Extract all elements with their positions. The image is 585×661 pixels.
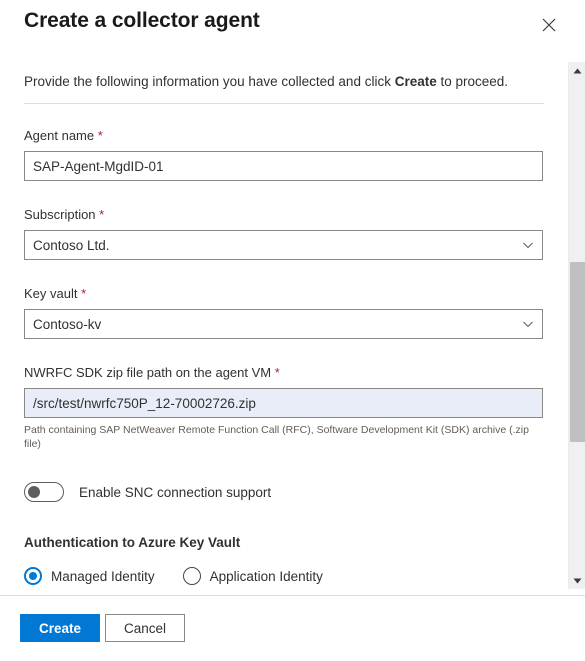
snc-toggle-knob: [28, 486, 40, 498]
radio-managed-identity-indicator: [24, 567, 42, 585]
agent-name-label: Agent name *: [24, 127, 544, 144]
radio-managed-identity-label: Managed Identity: [51, 568, 155, 584]
auth-section-title: Authentication to Azure Key Vault: [24, 535, 241, 550]
dialog-header: Create a collector agent: [0, 0, 585, 56]
triangle-down-icon[interactable]: [569, 572, 585, 589]
agent-name-label-text: Agent name: [24, 128, 95, 143]
key-vault-select-wrap: Contoso-kv: [24, 309, 543, 339]
radio-application-identity-label: Application Identity: [209, 568, 323, 584]
intro-text: Provide the following information you ha…: [24, 72, 544, 91]
key-vault-select[interactable]: Contoso-kv: [24, 309, 543, 339]
sdk-path-label-text: NWRFC SDK zip file path on the agent VM: [24, 365, 272, 380]
snc-toggle-label: Enable SNC connection support: [79, 484, 272, 500]
field-key-vault: Key vault * Contoso-kv: [24, 260, 544, 339]
key-vault-label-text: Key vault: [24, 286, 78, 301]
radio-application-identity[interactable]: Application Identity: [182, 567, 323, 585]
create-button[interactable]: Create: [20, 614, 100, 642]
subscription-select-wrap: Contoso Ltd.: [24, 230, 543, 260]
auth-radio-group: Managed Identity Application Identity: [24, 567, 544, 585]
sdk-path-input[interactable]: [24, 388, 543, 418]
intro-before: Provide the following information you ha…: [24, 74, 395, 89]
intro-after: to proceed.: [436, 74, 509, 89]
intro-emphasis: Create: [394, 74, 437, 89]
key-vault-required-marker: *: [81, 286, 87, 301]
radio-managed-identity[interactable]: Managed Identity: [24, 567, 155, 585]
page-title: Create a collector agent: [24, 9, 260, 32]
snc-toggle[interactable]: [24, 482, 64, 502]
field-sdk-path: NWRFC SDK zip file path on the agent VM …: [24, 339, 544, 451]
dialog-footer: Create Cancel: [0, 595, 585, 661]
sdk-path-required-marker: *: [274, 365, 280, 380]
cancel-button[interactable]: Cancel: [105, 614, 185, 642]
scrollbar-thumb[interactable]: [570, 262, 585, 442]
snc-toggle-row: Enable SNC connection support: [24, 482, 544, 502]
subscription-label-text: Subscription: [24, 207, 96, 222]
key-vault-selected-value: Contoso-kv: [33, 316, 102, 332]
subscription-select[interactable]: Contoso Ltd.: [24, 230, 543, 260]
close-icon[interactable]: [535, 11, 563, 39]
field-agent-name: Agent name *: [24, 104, 544, 181]
subscription-selected-value: Contoso Ltd.: [33, 237, 110, 253]
field-subscription: Subscription * Contoso Ltd.: [24, 181, 544, 260]
triangle-up-icon[interactable]: [569, 62, 585, 79]
radio-application-identity-indicator: [182, 567, 201, 585]
subscription-required-marker: *: [99, 207, 105, 222]
sdk-path-label: NWRFC SDK zip file path on the agent VM …: [24, 364, 544, 381]
subscription-label: Subscription *: [24, 206, 544, 223]
form-content: Provide the following information you ha…: [0, 56, 568, 595]
agent-name-input[interactable]: [24, 151, 543, 181]
key-vault-label: Key vault *: [24, 285, 544, 302]
create-collector-agent-dialog: Create a collector agent Provide the fol…: [0, 0, 585, 661]
sdk-path-help-text: Path containing SAP NetWeaver Remote Fun…: [24, 424, 529, 450]
vertical-scrollbar[interactable]: [568, 62, 585, 589]
agent-name-required-marker: *: [97, 128, 103, 143]
dialog-body: Provide the following information you ha…: [0, 56, 585, 595]
